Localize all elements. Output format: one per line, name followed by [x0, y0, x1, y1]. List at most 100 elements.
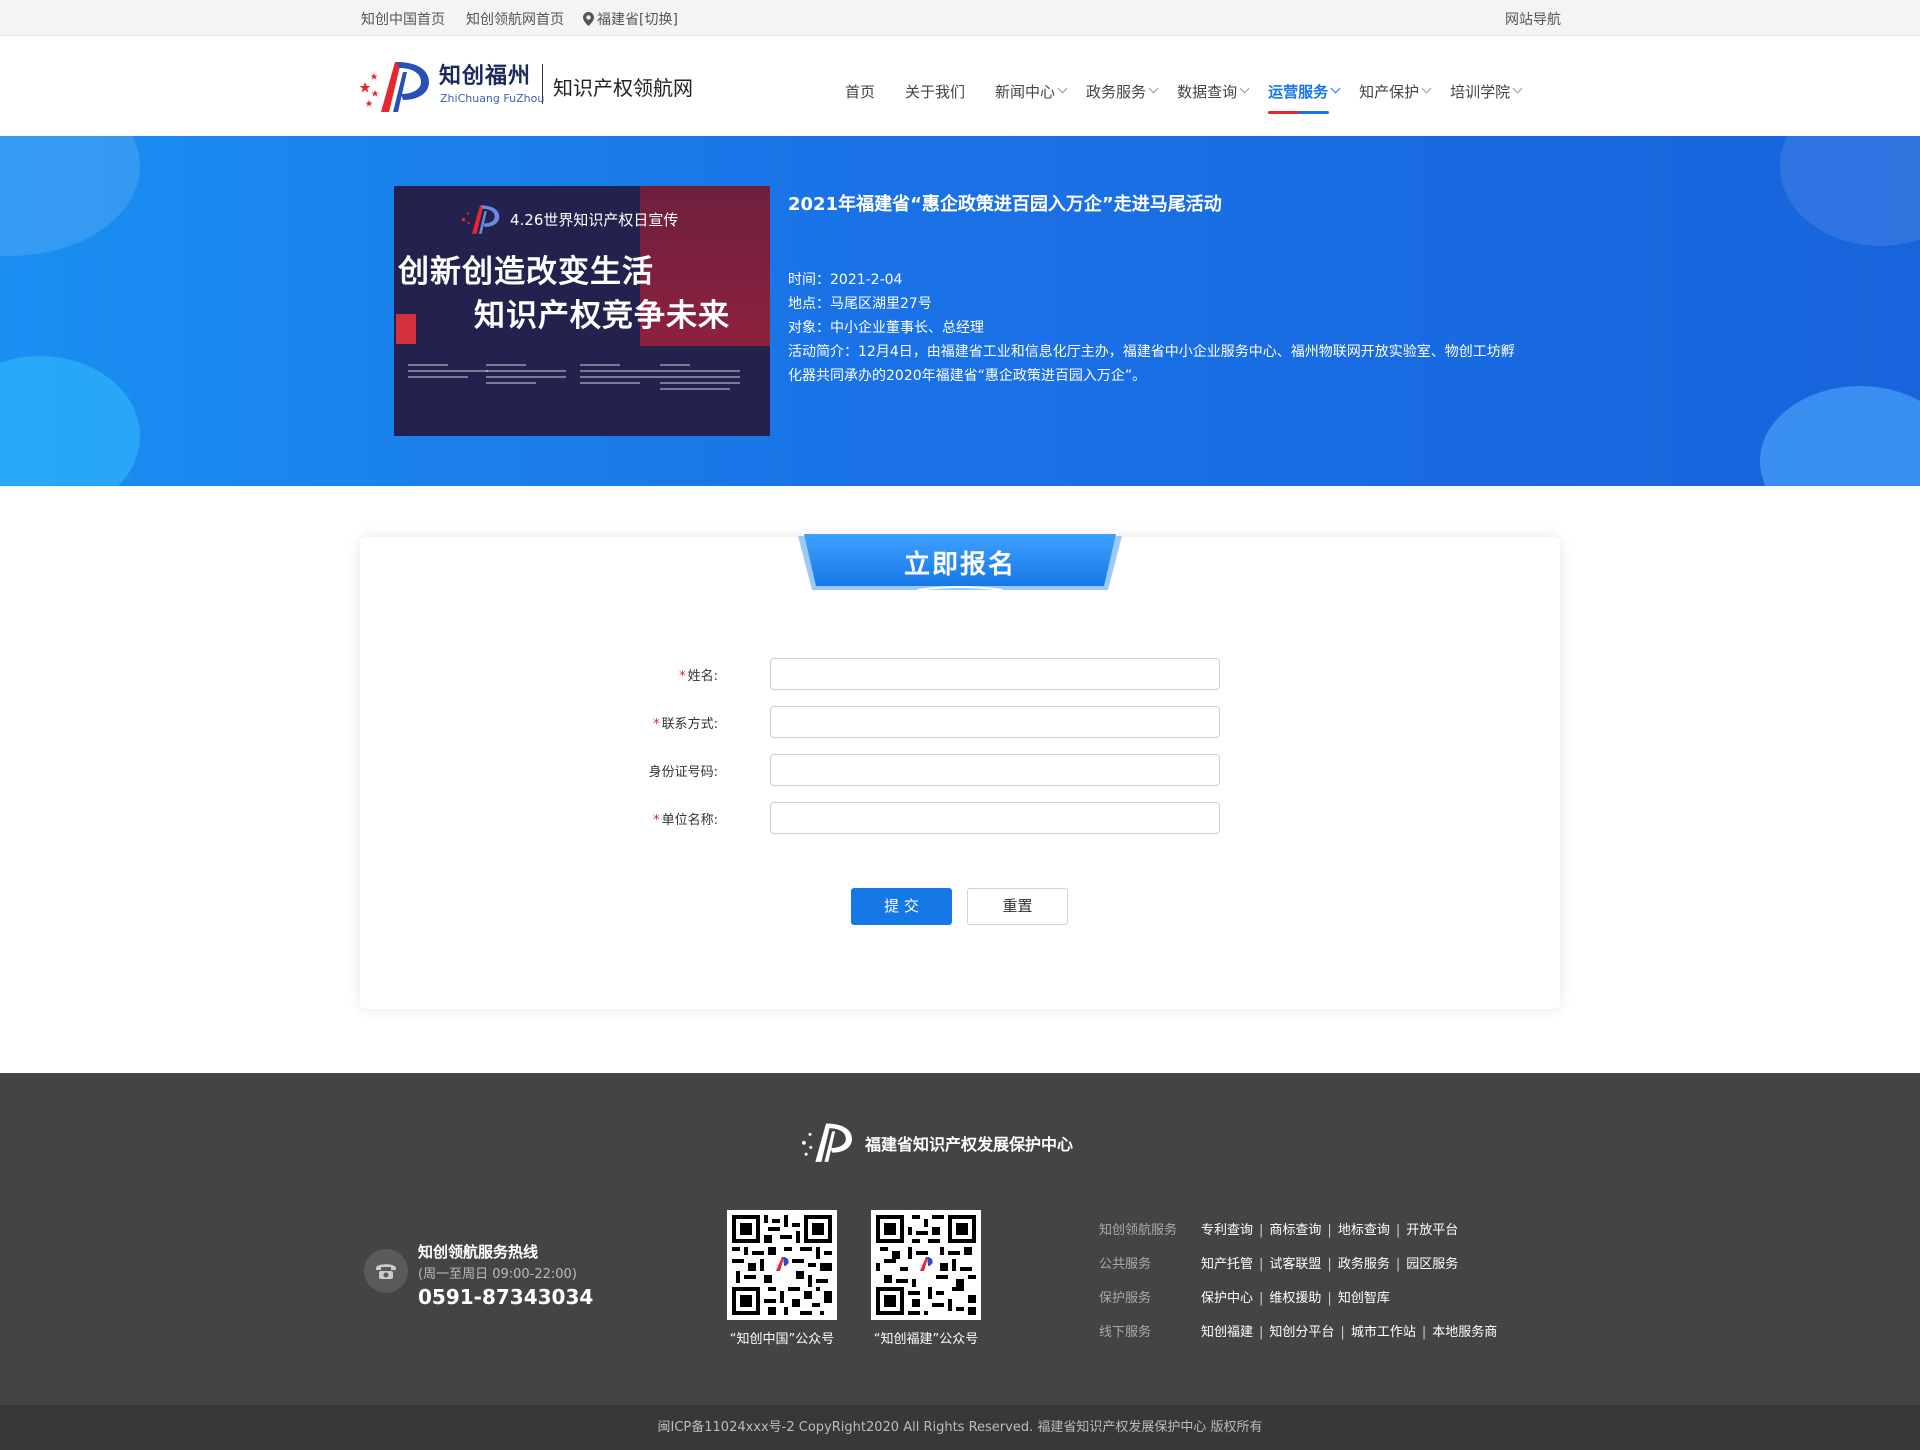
- footer-link[interactable]: 商标查询: [1269, 1223, 1321, 1238]
- nav-label: 知产保护: [1359, 82, 1420, 101]
- poster-title: 4.26世界知识产权日宣传: [510, 211, 679, 229]
- footer: 福建省知识产权发展保护中心 知创领航服务热线 (周一至周日 09:00-22:0…: [0, 1073, 1920, 1405]
- nav-ip-protection[interactable]: 知产保护: [1359, 76, 1432, 106]
- event-title: 2021年福建省“惠企政策进百园入万企”走进马尾活动: [788, 194, 1222, 215]
- form-title: 立即报名: [903, 550, 1016, 580]
- nav-home[interactable]: 首页: [845, 76, 875, 106]
- logo-divider: [542, 64, 543, 104]
- footer-link[interactable]: 维权援助: [1269, 1291, 1321, 1306]
- event-intro: 活动简介：12月4日，由福建省工业和信息化厅主办，福建省中小企业服务中心、福州物…: [788, 344, 1515, 384]
- brand-name: 知创福州: [439, 64, 532, 89]
- event-time: 时间：2021-2-04: [788, 272, 903, 288]
- field-label-text: 身份证号码:: [648, 765, 718, 780]
- nav-label: 关于我们: [905, 82, 966, 101]
- site-navigation-link[interactable]: 网站导航: [1505, 9, 1561, 29]
- footer-link[interactable]: 本地服务商: [1432, 1325, 1497, 1340]
- hotline-title: 知创领航服务热线: [418, 1243, 539, 1261]
- site-logo[interactable]: 知创福州 ZhiChuang FuZhou 知识产权领航网: [357, 56, 717, 116]
- company-input[interactable]: [770, 802, 1220, 834]
- chevron-down-icon: [1148, 83, 1159, 94]
- qr-caption: “知创福建”公众号: [873, 1332, 979, 1347]
- qr-code-image: [727, 1210, 837, 1320]
- submit-button[interactable]: 提 交: [851, 888, 952, 925]
- id-number-label: 身份证号码:: [649, 761, 718, 780]
- phone-icon: [364, 1249, 408, 1293]
- nav-label: 培训学院: [1450, 82, 1511, 101]
- form-row-name: * 姓名:: [360, 658, 1560, 690]
- hotline-number: 0591-87343034: [418, 1285, 594, 1309]
- nav-data-query[interactable]: 数据查询: [1177, 76, 1250, 106]
- footer-link[interactable]: 政务服务: [1338, 1257, 1390, 1272]
- field-label-text: 姓名:: [687, 669, 718, 684]
- chevron-down-icon: [1057, 83, 1068, 94]
- poster-slogan-line1: 创新创造改变生活: [398, 254, 654, 290]
- hotline-hours: (周一至周日 09:00-22:00): [418, 1267, 577, 1282]
- footer-link[interactable]: 试客联盟: [1269, 1257, 1321, 1272]
- footer-link[interactable]: 知产托管: [1201, 1257, 1253, 1272]
- poster-red-block: [396, 314, 416, 344]
- location-switcher[interactable]: 福建省[切换]: [583, 9, 678, 29]
- footer-link[interactable]: 知创智库: [1338, 1291, 1390, 1306]
- required-mark: *: [679, 669, 686, 684]
- footer-link-category: 知创领航服务: [1099, 1223, 1178, 1238]
- banner-decoration: [0, 136, 140, 256]
- footer-link[interactable]: 地标查询: [1338, 1223, 1390, 1238]
- qr-code-image: [871, 1210, 981, 1320]
- poster-fine-print: [580, 364, 660, 410]
- location-name: 福建省: [597, 12, 639, 28]
- event-poster-image: 4.26世界知识产权日宣传 创新创造改变生活 知识产权竞争未来: [394, 186, 770, 436]
- footer-link[interactable]: 知创福建: [1201, 1325, 1253, 1340]
- footer-link[interactable]: 开放平台: [1406, 1223, 1458, 1238]
- name-label: * 姓名:: [679, 665, 718, 684]
- header: 知创福州 ZhiChuang FuZhou 知识产权领航网 首页 关于我们 新闻…: [0, 36, 1920, 136]
- poster-fine-print: [660, 364, 740, 410]
- event-meta: 时间：2021-2-04 地点：马尾区湖里27号 对象：中小企业董事长、总经理 …: [788, 268, 1518, 388]
- chevron-down-icon: [1512, 83, 1523, 94]
- footer-link[interactable]: 保护中心: [1201, 1291, 1253, 1306]
- form-row-contact: * 联系方式:: [360, 706, 1560, 738]
- chevron-down-icon: [1421, 83, 1432, 94]
- id-number-input[interactable]: [770, 754, 1220, 786]
- zhichuang-nav-home-link[interactable]: 知创领航网首页: [466, 9, 564, 29]
- nav-label: 运营服务: [1268, 82, 1329, 101]
- form-row-id-number: 身份证号码:: [360, 754, 1560, 786]
- event-audience: 对象：中小企业董事长、总经理: [788, 320, 984, 336]
- nav-label: 数据查询: [1177, 82, 1238, 101]
- required-mark: *: [653, 717, 660, 732]
- nav-label: 新闻中心: [995, 82, 1056, 101]
- nav-about[interactable]: 关于我们: [905, 76, 965, 106]
- field-label-text: 单位名称:: [661, 813, 718, 828]
- reset-button[interactable]: 重置: [967, 888, 1068, 925]
- footer-link-category: 保护服务: [1099, 1291, 1152, 1306]
- required-mark: *: [653, 813, 660, 828]
- poster-fine-print: [408, 364, 488, 410]
- poster-logo-icon: [461, 205, 500, 234]
- footer-logo: 福建省知识产权发展保护中心: [797, 1119, 1137, 1165]
- main-nav: 首页 关于我们 新闻中心 政务服务 数据查询 运营服务 知产保护 培训学院: [845, 76, 1541, 114]
- footer-link[interactable]: 城市工作站: [1351, 1325, 1416, 1340]
- top-bar: 知创中国首页 知创领航网首页 福建省[切换] 网站导航: [0, 0, 1920, 36]
- name-input[interactable]: [770, 658, 1220, 690]
- event-info: 2021年福建省“惠企政策进百园入万企”走进马尾活动 时间：2021-2-04 …: [788, 190, 1518, 384]
- location-switch-label[interactable]: [切换]: [639, 12, 678, 28]
- qr-zhichuang-china: “知创中国”公众号: [726, 1210, 838, 1347]
- footer-link[interactable]: 知创分平台: [1269, 1325, 1334, 1340]
- event-place: 地点：马尾区湖里27号: [788, 296, 932, 312]
- poster-fine-print: [486, 364, 566, 410]
- contact-input[interactable]: [770, 706, 1220, 738]
- footer-link[interactable]: 专利查询: [1201, 1223, 1253, 1238]
- site-name: 知识产权领航网: [553, 76, 693, 100]
- footer-link-category: 线下服务: [1099, 1325, 1152, 1340]
- nav-government-services[interactable]: 政务服务: [1086, 76, 1159, 106]
- zhichuang-logo-icon: [359, 62, 429, 112]
- footer-links: 知创领航服务 专利查询 | 商标查询 | 地标查询 | 开放平台 公共服务 知产托管 | 试客联…: [1099, 1219, 1569, 1355]
- chevron-down-icon: [1330, 83, 1341, 94]
- registration-form-card: 立即报名 * 姓名: * 联系方式: 身份证号码: * 单位名称: 提 交 重置: [360, 534, 1560, 1009]
- nav-news[interactable]: 新闻中心: [995, 76, 1068, 106]
- footer-logo-icon: [801, 1123, 852, 1162]
- nav-training-academy[interactable]: 培训学院: [1450, 76, 1523, 106]
- nav-operation-services[interactable]: 运营服务: [1268, 76, 1341, 114]
- footer-link[interactable]: 园区服务: [1406, 1257, 1458, 1272]
- event-banner: 4.26世界知识产权日宣传 创新创造改变生活 知识产权竞争未来 2021年福建省…: [0, 136, 1920, 486]
- zhichuang-china-home-link[interactable]: 知创中国首页: [361, 9, 445, 29]
